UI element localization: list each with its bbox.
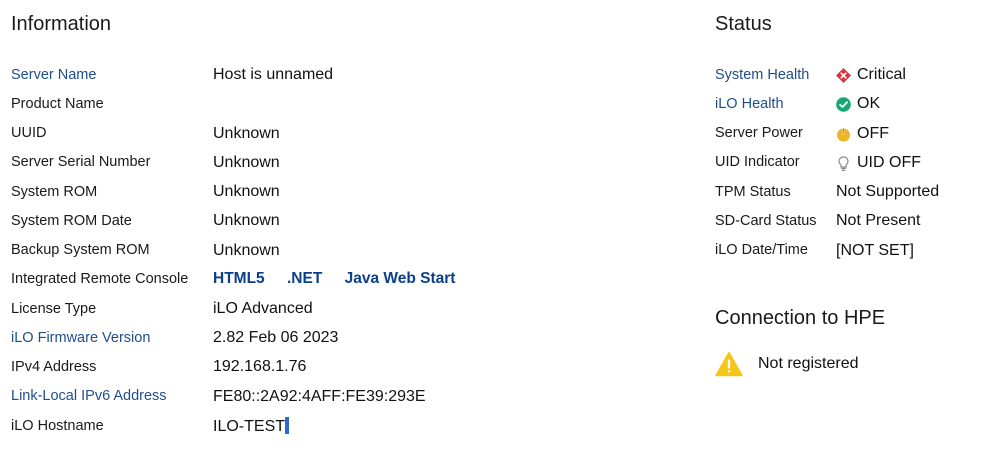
dotnet-console-link[interactable]: .NET [287, 270, 322, 287]
sd-card-status-label: SD-Card Status [715, 213, 817, 229]
system-rom-date-label: System ROM Date [11, 213, 132, 229]
status-title: Status [715, 13, 772, 35]
ilo-hostname-value: ILO-TEST [213, 418, 286, 435]
ilo-firmware-version-link[interactable]: iLO Firmware Version [11, 330, 150, 346]
ilo-health-text: OK [857, 95, 881, 112]
uid-indicator-value: UID OFF [836, 154, 921, 172]
uuid-label: UUID [11, 125, 47, 141]
hpe-registration-status: Not registered [715, 351, 859, 377]
server-power-label: Server Power [715, 125, 803, 141]
critical-icon [836, 67, 851, 83]
ipv4-address-label: IPv4 Address [11, 359, 97, 375]
uuid-value: Unknown [213, 125, 280, 142]
system-rom-date-value: Unknown [213, 212, 280, 229]
license-type-value: iLO Advanced [213, 300, 313, 317]
ilo-date-time-label: iLO Date/Time [715, 242, 808, 258]
ok-icon [836, 96, 851, 112]
ilo-hostname-value-wrap: ILO-TEST [213, 417, 290, 436]
system-rom-label: System ROM [11, 184, 98, 200]
server-name-value: Host is unnamed [213, 66, 334, 83]
server-serial-number-value: Unknown [213, 154, 280, 171]
system-rom-value: Unknown [213, 183, 280, 200]
remote-console-links: HTML5 .NET Java Web Start [213, 270, 473, 288]
backup-system-rom-value: Unknown [213, 242, 280, 259]
server-serial-number-label: Server Serial Number [11, 154, 151, 170]
text-cursor [285, 417, 290, 434]
ilo-firmware-version-value: 2.82 Feb 06 2023 [213, 329, 339, 346]
tpm-status-value: Not Supported [836, 183, 940, 200]
ilo-date-time-value: [NOT SET] [836, 242, 914, 259]
server-name-link[interactable]: Server Name [11, 67, 96, 83]
license-type-label: License Type [11, 301, 97, 317]
ilo-hostname-label: iLO Hostname [11, 418, 104, 434]
backup-system-rom-label: Backup System ROM [11, 242, 150, 258]
link-local-ipv6-address-link[interactable]: Link-Local IPv6 Address [11, 388, 167, 404]
java-web-start-link[interactable]: Java Web Start [345, 270, 456, 287]
warning-icon [715, 351, 743, 377]
ilo-health-link[interactable]: iLO Health [715, 96, 784, 112]
power-icon [836, 127, 851, 142]
server-power-value: OFF [836, 125, 889, 143]
connection-to-hpe-title: Connection to HPE [715, 307, 886, 329]
ilo-health-value: OK [836, 95, 880, 113]
ipv4-address-value: 192.168.1.76 [213, 358, 307, 375]
html5-console-link[interactable]: HTML5 [213, 270, 265, 287]
tpm-status-label: TPM Status [715, 184, 791, 200]
product-name-label: Product Name [11, 96, 104, 112]
sd-card-status-value: Not Present [836, 212, 921, 229]
system-health-link[interactable]: System Health [715, 67, 809, 83]
uid-indicator-text: UID OFF [857, 154, 921, 171]
server-power-text: OFF [857, 125, 889, 142]
system-health-text: Critical [857, 66, 906, 83]
uid-indicator-label: UID Indicator [715, 154, 800, 170]
information-title: Information [11, 13, 112, 35]
integrated-remote-console-label: Integrated Remote Console [11, 271, 189, 287]
lightbulb-icon [836, 155, 851, 171]
system-health-value: Critical [836, 66, 906, 84]
hpe-registration-text: Not registered [758, 355, 859, 372]
ipv6-address-value: FE80::2A92:4AFF:FE39:293E [213, 388, 426, 405]
